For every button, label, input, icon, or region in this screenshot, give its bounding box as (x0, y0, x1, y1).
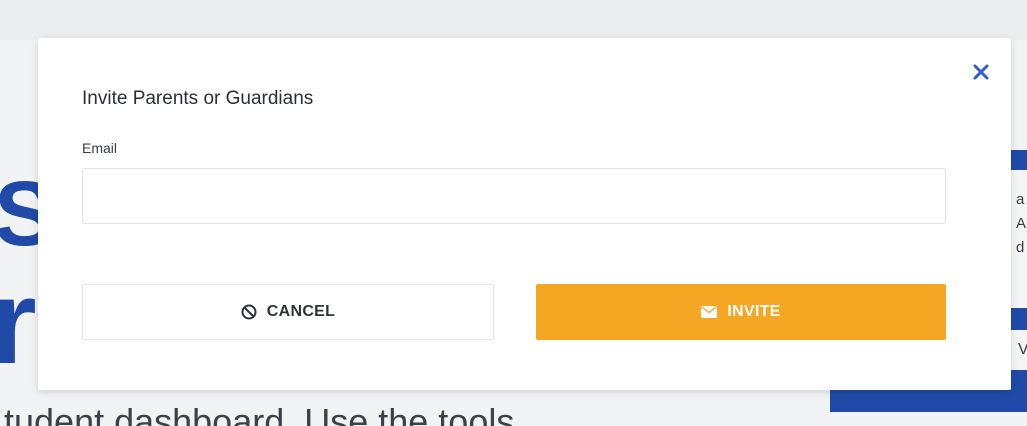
envelope-icon (701, 306, 718, 318)
page-background: S r a A d V tudent dashboard. Use the to… (0, 0, 1027, 426)
close-icon (973, 64, 989, 80)
background-body-text: tudent dashboard. Use the tools (4, 401, 515, 426)
close-button[interactable] (969, 60, 993, 84)
background-header (0, 0, 1027, 40)
background-panel-button: V (1010, 330, 1027, 370)
dialog-title: Invite Parents or Guardians (82, 88, 314, 109)
email-field[interactable] (82, 168, 946, 224)
invite-dialog: Invite Parents or Guardians Email CANCEL… (38, 38, 1011, 390)
background-heading-fragment: r (0, 255, 37, 389)
background-panel-text: a (1016, 191, 1025, 208)
ban-icon (241, 304, 257, 320)
email-label: Email (82, 140, 118, 156)
background-panel-text: A (1016, 215, 1027, 232)
background-panel-card: a A d (1010, 170, 1027, 308)
cancel-button-label: CANCEL (266, 303, 336, 320)
invite-button-label: INVITE (727, 303, 781, 320)
invite-button[interactable]: INVITE (536, 284, 946, 340)
background-panel-text: d (1016, 239, 1025, 256)
cancel-button[interactable]: CANCEL (82, 284, 494, 340)
